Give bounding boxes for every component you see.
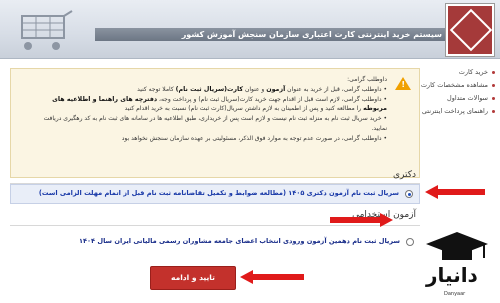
sidebar-item-view-card[interactable]: مشاهده مشخصات کارت	[416, 79, 496, 92]
sidebar-menu: خرید کارت مشاهده مشخصات کارت سوالات متدا…	[416, 66, 496, 118]
sidebar-item-label: خرید کارت	[458, 68, 488, 76]
sidebar-item-label: سوالات متداول	[446, 94, 488, 102]
notice-box: ! داوطلب گرامی: • داوطلب گرامی، قبل از خ…	[10, 68, 420, 178]
annotation-arrow-icon	[330, 213, 394, 227]
sidebar-item-buy-card[interactable]: خرید کارت	[416, 66, 496, 79]
sidebar-item-label: راهنمای پرداخت اینترنتی	[421, 107, 488, 115]
radio-option-employment[interactable]: سریال ثبت نام دهمین آزمون ورودی انتخاب ا…	[10, 233, 420, 253]
watermark-sub: Danyaar	[444, 291, 466, 297]
notice-greeting: داوطلب گرامی:	[347, 76, 387, 83]
sidebar-item-faq[interactable]: سوالات متداول	[416, 92, 496, 105]
bullet-icon	[492, 110, 495, 113]
section-title-doctoral: دکتری	[392, 170, 416, 180]
confirm-continue-button[interactable]: تایید و ادامه	[150, 266, 236, 290]
organization-logo	[446, 4, 494, 56]
bullet-icon	[492, 97, 495, 100]
radio-option-label: سریال ثبت نام دهمین آزمون ورودی انتخاب ا…	[78, 237, 400, 245]
bullet-icon	[492, 71, 495, 74]
site-header: سیستم خرید اینترنتی کارت اعتباری سازمان …	[0, 0, 500, 59]
sidebar-item-payment-guide[interactable]: راهنمای پرداخت اینترنتی	[416, 105, 496, 118]
radio-option-label: سریال ثبت نام آزمون دکتری ۱۴۰۵ (مطالعه ض…	[38, 189, 399, 197]
annotation-arrow-icon	[240, 270, 304, 284]
radio-button-unchecked[interactable]	[406, 238, 414, 246]
annotation-arrow-icon	[425, 185, 485, 199]
notice-text: داوطلب گرامی: • داوطلب گرامی، قبل از خری…	[27, 75, 387, 144]
radio-option-doctoral[interactable]: سریال ثبت نام آزمون دکتری ۱۴۰۵ (مطالعه ض…	[10, 184, 420, 204]
page-title: سیستم خرید اینترنتی کارت اعتباری سازمان …	[181, 30, 442, 39]
watermark-brand: دانیار	[426, 263, 479, 287]
shopping-cart-icon	[21, 10, 73, 50]
radio-button-checked[interactable]	[405, 190, 413, 198]
bullet-icon	[492, 84, 495, 87]
sidebar-item-label: مشاهده مشخصات کارت	[420, 81, 488, 89]
